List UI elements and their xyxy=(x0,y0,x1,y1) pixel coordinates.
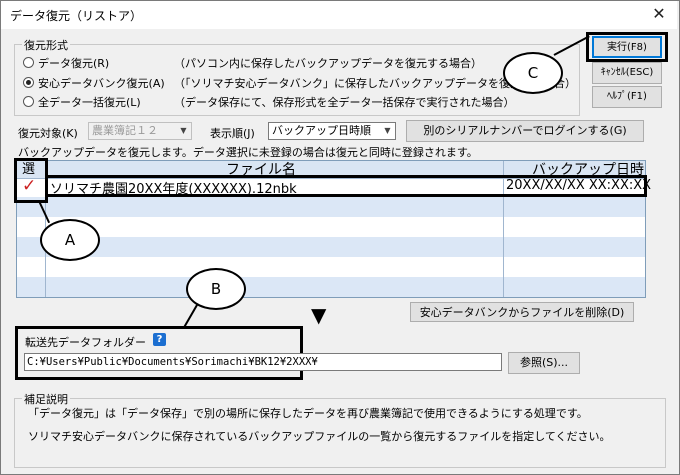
target-value: 農業簿記１２ xyxy=(92,124,158,137)
order-value: バックアップ日時順 xyxy=(272,124,371,137)
instruction-text: バックアップデータを復元します。データ選択に未登録の場合は復元と同時に登録されま… xyxy=(18,146,478,159)
select-column-highlight xyxy=(14,158,48,203)
login-other-serial-button[interactable]: 別のシリアルナンバーでログインする(G) xyxy=(406,120,644,142)
notes-line-2: ソリマチ安心データバンクに保存されているバックアップファイルの一覧から復元するフ… xyxy=(28,430,611,443)
radio-bulk-restore[interactable] xyxy=(23,96,34,107)
order-label: 表示順(J) xyxy=(210,127,255,140)
callout-b: B xyxy=(186,268,246,310)
help-badge-icon[interactable]: ? xyxy=(153,333,166,346)
chevron-down-icon: ▼ xyxy=(384,126,391,135)
radio-desc-bulk-restore: （データ保存にて、保存形式を全データ一括保存で実行された場合） xyxy=(174,96,515,109)
browse-button[interactable]: 参照(S)... xyxy=(508,352,580,374)
radio-desc-data-restore: （パソコン内に保存したバックアップデータを復元する場合） xyxy=(174,57,482,70)
target-label: 復元対象(K) xyxy=(18,127,78,140)
radio-data-restore[interactable] xyxy=(23,57,34,68)
down-arrow-icon: ▼ xyxy=(311,303,327,327)
chevron-down-icon: ▼ xyxy=(180,126,187,135)
delete-from-bank-button[interactable]: 安心データバンクからファイルを削除(D) xyxy=(410,302,634,322)
order-select[interactable]: バックアップ日時順 ▼ xyxy=(268,122,396,140)
table-row[interactable] xyxy=(17,277,645,297)
help-button[interactable]: ﾍﾙﾌﾟ(F1) xyxy=(592,86,662,108)
table-row[interactable] xyxy=(17,237,645,257)
dest-folder-label: 転送先データフォルダー xyxy=(25,336,146,349)
radio-databank-restore[interactable] xyxy=(23,77,34,88)
window-title: データ復元（リストア） xyxy=(10,9,143,23)
dest-folder-path: C:¥Users¥Public¥Documents¥Sorimachi¥BK12… xyxy=(27,356,318,368)
callout-c: C xyxy=(503,52,563,94)
close-icon[interactable]: ✕ xyxy=(648,3,670,25)
callout-a: A xyxy=(40,219,100,261)
file-row-highlight xyxy=(45,175,647,197)
notes-line-1: 「データ復元」は「データ保存」で別の場所に保存したデータを再び農業簿記で使用でき… xyxy=(28,407,588,420)
table-row[interactable] xyxy=(17,257,645,277)
execute-button[interactable]: 実行(F8) xyxy=(592,36,662,58)
table-row[interactable] xyxy=(17,217,645,237)
radio-label-bulk-restore[interactable]: 全データ一括復元(L) xyxy=(38,94,141,110)
restore-mode-legend: 復元形式 xyxy=(22,37,70,53)
cancel-button[interactable]: ｷｬﾝｾﾙ(ESC) xyxy=(592,62,662,84)
radio-label-databank-restore[interactable]: 安心データバンク復元(A) xyxy=(38,75,165,91)
target-select: 農業簿記１２ ▼ xyxy=(88,122,192,140)
radio-label-data-restore[interactable]: データ復元(R) xyxy=(38,55,109,71)
table-row[interactable] xyxy=(17,197,645,217)
